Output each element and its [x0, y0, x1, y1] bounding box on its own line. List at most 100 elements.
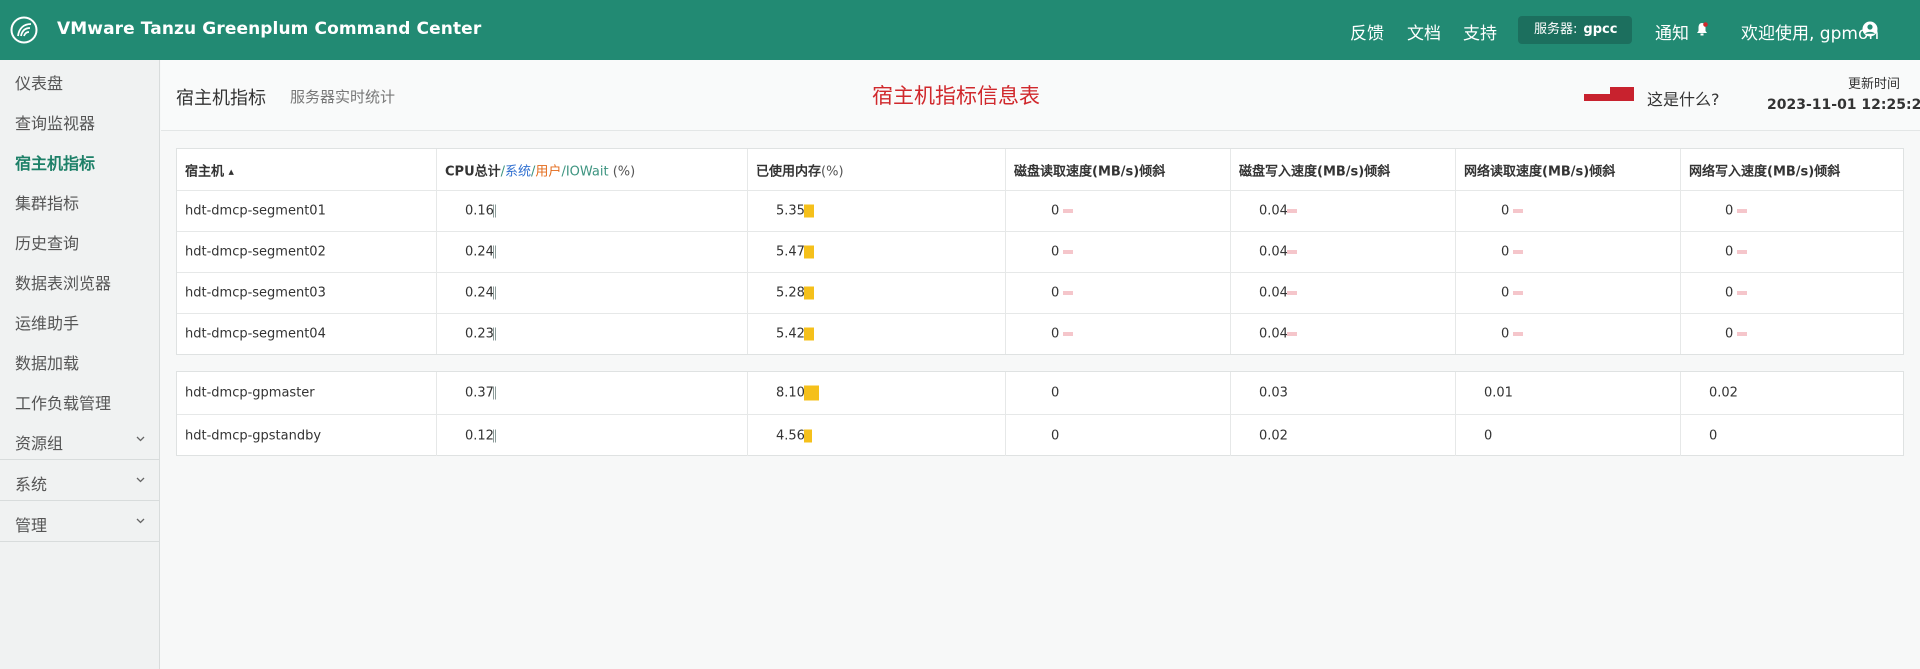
sidebar-item-data-loading[interactable]: 数据加载	[15, 350, 79, 374]
mem-cell-value: 5.42	[776, 326, 805, 342]
sidebar-item-table-browser[interactable]: 数据表浏览器	[15, 270, 111, 294]
cpu-pct-label: (%)	[608, 164, 636, 179]
app-title[interactable]: VMware Tanzu Greenplum Command Center	[57, 19, 481, 39]
cpu-cell-value: 0.12	[465, 428, 494, 443]
host-cell[interactable]: hdt-dmcp-gpstandby	[177, 415, 436, 456]
cpu-sys-label: 系统	[505, 164, 532, 179]
host-cell[interactable]: hdt-dmcp-gpmaster	[177, 372, 436, 414]
cpu-usage-bar	[493, 286, 496, 300]
server-selector[interactable]: 服务器: gpcc	[1518, 16, 1632, 44]
sidebar-group-system[interactable]: 系统	[0, 461, 159, 501]
cpu-cell: 0.24	[436, 273, 747, 313]
cpu-cell: 0.37	[436, 372, 747, 414]
host-cell-value: hdt-dmcp-gpstandby	[185, 428, 322, 443]
host-column-header[interactable]: 宿主机 ▲	[177, 149, 436, 190]
skew-bar	[1737, 250, 1747, 254]
sidebar-group-resource-groups[interactable]: 资源组	[0, 420, 159, 460]
table-row[interactable]: hdt-dmcp-segment02 0.24 5.47 0 0.04 0 0	[177, 231, 1903, 272]
sidebar-item-host-metrics[interactable]: 宿主机指标	[15, 150, 95, 174]
host-cell[interactable]: hdt-dmcp-segment01	[177, 191, 436, 231]
cpu-user-label: 用户	[535, 164, 562, 179]
skew-bar	[1063, 332, 1073, 336]
disk-write-cell: 0.04	[1230, 273, 1455, 313]
mem-cell-value: 5.28	[776, 285, 805, 301]
skew-bar	[1287, 332, 1297, 336]
cpu-usage-bar	[493, 327, 496, 341]
net-read-cell: 0	[1455, 415, 1680, 456]
mem-cell: 5.47	[747, 232, 1005, 272]
sidebar: 仪表盘 查询监视器 宿主机指标 集群指标 历史查询 数据表浏览器 运维助手 数据…	[0, 60, 160, 669]
net-write-cell: 0	[1680, 314, 1903, 354]
feedback-link[interactable]: 反馈	[1350, 19, 1384, 44]
table-row[interactable]: hdt-dmcp-segment04 0.23 5.42 0 0.04 0 0	[177, 313, 1903, 354]
user-circle-icon[interactable]	[1862, 21, 1878, 37]
memory-usage-bar	[804, 245, 814, 259]
disk-write-column-header[interactable]: 磁盘写入速度(MB/s)倾斜	[1230, 149, 1455, 190]
whats-this-link[interactable]: 这是什么?	[1647, 86, 1720, 110]
net-write-column-header[interactable]: 网络写入速度(MB/s)倾斜	[1680, 149, 1903, 190]
sidebar-group-label: 资源组	[15, 434, 64, 453]
net-write-cell: 0	[1680, 415, 1903, 456]
cpu-cell-value: 0.24	[465, 244, 494, 260]
table-row[interactable]: hdt-dmcp-segment03 0.24 5.28 0 0.04 0 0	[177, 272, 1903, 313]
greenplum-logo-icon[interactable]	[10, 16, 38, 44]
net-read-cell-value: 0	[1484, 428, 1493, 443]
server-value: gpcc	[1583, 22, 1618, 37]
host-cell-value: hdt-dmcp-gpmaster	[185, 385, 315, 401]
disk-read-column-header[interactable]: 磁盘读取速度(MB/s)倾斜	[1005, 149, 1230, 190]
net-write-cell: 0	[1680, 273, 1903, 313]
skew-bar	[1063, 209, 1073, 213]
skew-bar	[1287, 291, 1297, 295]
net-read-column-header[interactable]: 网络读取速度(MB/s)倾斜	[1455, 149, 1680, 190]
skew-bar	[1513, 250, 1523, 254]
cpu-column-header[interactable]: CPU总计/系统/用户/IOWait (%)	[436, 149, 747, 190]
cpu-cell: 0.16	[436, 191, 747, 231]
sidebar-group-label: 管理	[15, 516, 48, 535]
table-row[interactable]: hdt-dmcp-gpstandby 0.12 4.56 0 0.02 0 0	[177, 414, 1903, 456]
mem-cell: 4.56	[747, 415, 1005, 456]
net-write-cell-value: 0	[1725, 244, 1734, 260]
cpu-iowait-label: IOWait	[565, 164, 609, 179]
disk-read-cell-value: 0	[1051, 428, 1060, 443]
skew-bar	[1737, 291, 1747, 295]
skew-bar	[1513, 291, 1523, 295]
disk-write-cell-value: 0.02	[1259, 428, 1288, 443]
notifications-link[interactable]: 通知	[1655, 19, 1689, 44]
net-read-cell: 0	[1455, 314, 1680, 354]
chevron-down-icon	[136, 477, 145, 483]
host-cell[interactable]: hdt-dmcp-segment04	[177, 314, 436, 354]
sidebar-item-workload-mgmt[interactable]: 工作负载管理	[15, 390, 111, 414]
table-row[interactable]: hdt-dmcp-gpmaster 0.37 8.10 0 0.03 0.01 0.02	[177, 372, 1903, 414]
docs-link[interactable]: 文档	[1407, 19, 1441, 44]
disk-read-cell-value: 0	[1051, 285, 1060, 301]
cpu-cell-value: 0.16	[465, 203, 494, 219]
skew-bar	[1287, 250, 1297, 254]
mem-column-header[interactable]: 已使用内存(%)	[747, 149, 1005, 190]
sidebar-item-query-monitor[interactable]: 查询监视器	[15, 110, 95, 134]
sidebar-item-history[interactable]: 历史查询	[15, 230, 79, 254]
disk-read-cell: 0	[1005, 415, 1230, 456]
host-cell-value: hdt-dmcp-segment02	[185, 244, 326, 260]
skew-bar	[1063, 291, 1073, 295]
welcome-user-menu[interactable]: 欢迎使用, gpmon	[1741, 19, 1879, 44]
disk-read-cell-value: 0	[1051, 385, 1060, 401]
host-cell[interactable]: hdt-dmcp-segment03	[177, 273, 436, 313]
table-row[interactable]: hdt-dmcp-segment01 0.16 5.35 0 0.04 0 0	[177, 190, 1903, 231]
sidebar-item-cluster-metrics[interactable]: 集群指标	[15, 190, 79, 214]
disk-read-cell-value: 0	[1051, 244, 1060, 260]
table-title: 宿主机指标信息表	[872, 84, 1040, 108]
sidebar-item-ops-assistant[interactable]: 运维助手	[15, 310, 79, 334]
sidebar-item-dashboard[interactable]: 仪表盘	[15, 70, 63, 94]
net-write-cell-value: 0	[1725, 285, 1734, 301]
net-read-label: 网络读取速度(MB/s)倾斜	[1464, 164, 1616, 179]
support-link[interactable]: 支持	[1463, 19, 1497, 44]
host-cell[interactable]: hdt-dmcp-segment02	[177, 232, 436, 272]
sidebar-group-admin[interactable]: 管理	[0, 502, 159, 542]
bell-icon[interactable]	[1696, 22, 1708, 36]
mem-cell: 5.28	[747, 273, 1005, 313]
disk-write-cell: 0.04	[1230, 314, 1455, 354]
memory-usage-bar	[804, 286, 814, 300]
skew-bar	[1513, 332, 1523, 336]
cpu-usage-bar	[493, 204, 496, 218]
net-read-cell-value: 0.01	[1484, 385, 1513, 401]
